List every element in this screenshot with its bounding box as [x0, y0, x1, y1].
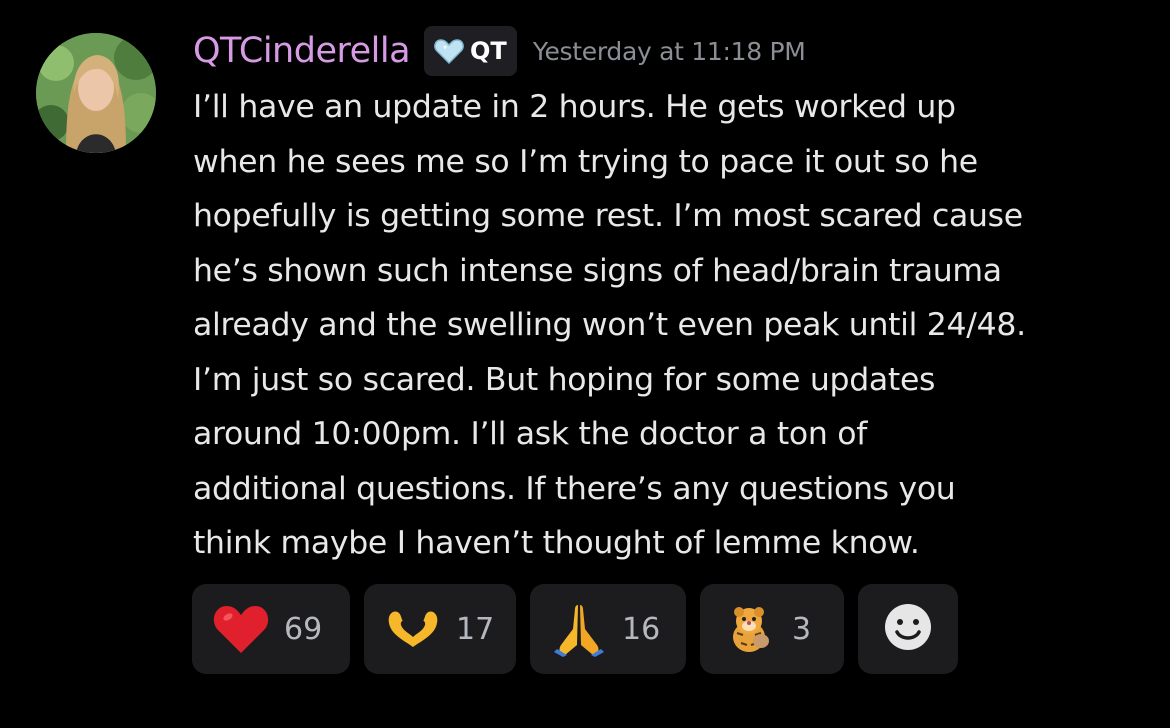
timestamp: Yesterday at 11:18 PM — [532, 36, 806, 66]
reaction-tigger[interactable]: 3 — [700, 584, 844, 674]
reaction-heart[interactable]: 69 — [192, 584, 350, 674]
message-line: already and the swelling won’t even peak… — [193, 307, 1026, 343]
heart-badge-icon — [434, 38, 464, 64]
reactions-bar: 69 17 16 3 — [192, 584, 958, 674]
smiley-add-reaction-icon — [883, 602, 933, 656]
message-line: he’s shown such intense signs of head/br… — [193, 252, 1002, 289]
reaction-count: 69 — [284, 611, 323, 647]
tigger-sticker-icon — [720, 600, 778, 658]
username[interactable]: QTCinderella — [193, 31, 411, 71]
red-heart-icon — [212, 600, 270, 658]
reaction-count: 16 — [622, 611, 661, 647]
reaction-count: 3 — [792, 611, 812, 647]
heart-hands-icon — [384, 600, 442, 658]
tag-label: QT — [470, 37, 507, 65]
server-tag[interactable]: QT — [424, 26, 517, 76]
message-line: when he sees me so I’m trying to pace it… — [193, 143, 978, 180]
message-line: additional questions. If there’s any que… — [193, 470, 956, 507]
message-line: around 10:00pm. I’ll ask the doctor a to… — [193, 416, 868, 452]
add-reaction-button[interactable] — [858, 584, 958, 674]
avatar[interactable] — [36, 33, 156, 153]
message-line: I’ll have an update in 2 hours. He gets … — [193, 89, 956, 125]
avatar-image — [36, 33, 156, 153]
folded-hands-icon — [550, 600, 608, 658]
chat-message: QTCinderella QT Yesterday at 11:18 PM I’… — [0, 0, 1170, 728]
message-content: I’ll have an update in 2 hours. He gets … — [193, 80, 1153, 571]
message-line: I’m just so scared. But hoping for some … — [193, 361, 936, 398]
reaction-heart-hands[interactable]: 17 — [364, 584, 516, 674]
reaction-folded-hands[interactable]: 16 — [530, 584, 686, 674]
reaction-count: 17 — [456, 611, 495, 647]
message-line: hopefully is getting some rest. I’m most… — [193, 198, 1023, 234]
message-line: think maybe I haven’t thought of lemme k… — [193, 525, 920, 561]
message-header: QTCinderella QT Yesterday at 11:18 PM — [193, 22, 806, 80]
